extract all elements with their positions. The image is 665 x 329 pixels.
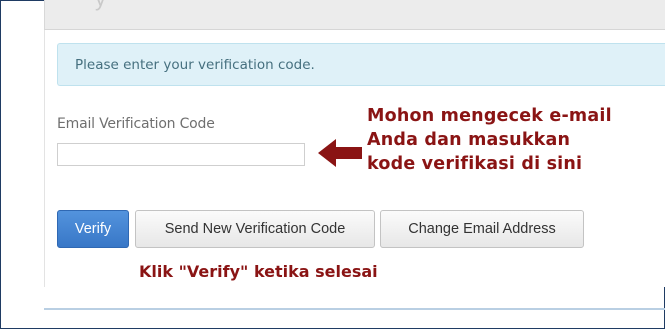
verify-hint-annotation: Klik "Verify" ketika selesai: [139, 262, 378, 281]
top-panel-header: y: [44, 0, 665, 30]
instruction-annotation: Mohon mengecek e-mail Anda dan masukkan …: [367, 104, 612, 176]
clipped-panel-title: y: [95, 0, 106, 12]
instruction-line-1: Mohon mengecek e-mail: [367, 106, 612, 126]
bottom-divider: [44, 308, 665, 310]
instruction-line-3: kode verifikasi di sini: [367, 154, 583, 174]
change-email-address-button[interactable]: Change Email Address: [380, 210, 584, 248]
info-alert: Please enter your verification code.: [57, 43, 665, 86]
verify-button[interactable]: Verify: [57, 210, 129, 248]
email-verification-code-label: Email Verification Code: [57, 116, 215, 132]
send-new-verification-code-button[interactable]: Send New Verification Code: [135, 210, 375, 248]
instruction-line-2: Anda dan masukkan: [367, 130, 571, 150]
info-alert-message: Please enter your verification code.: [75, 57, 315, 73]
email-verification-code-input[interactable]: [57, 143, 305, 166]
left-arrow-icon: [318, 139, 362, 167]
